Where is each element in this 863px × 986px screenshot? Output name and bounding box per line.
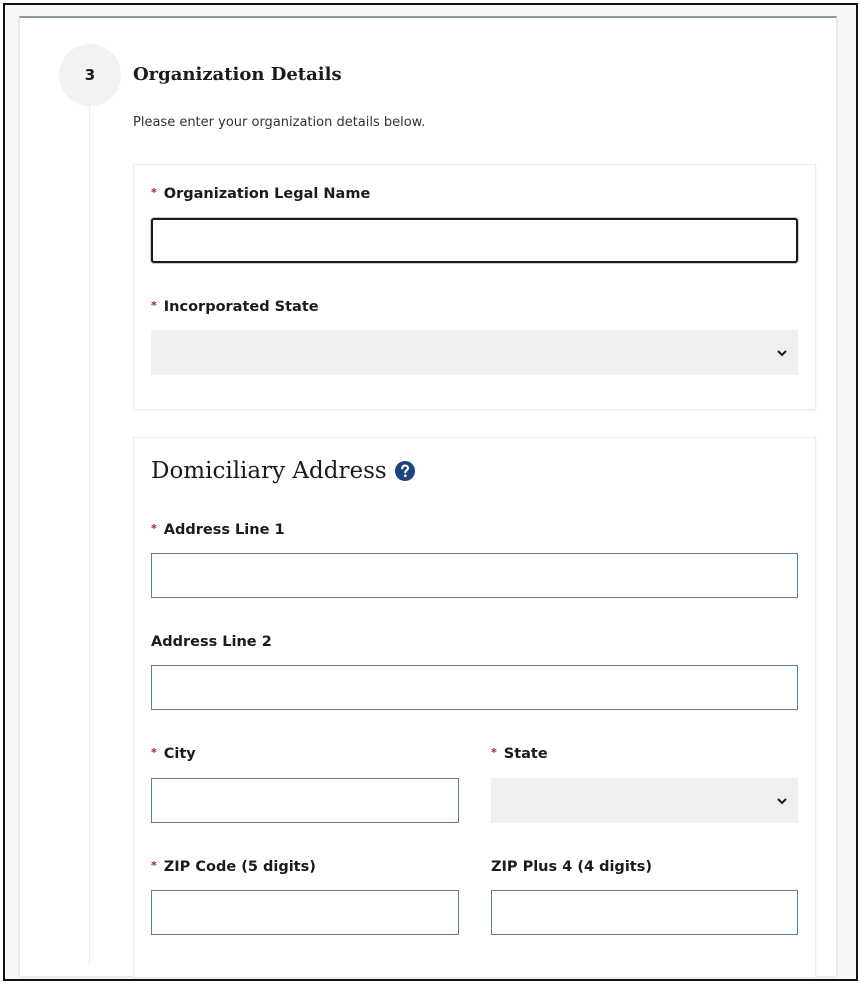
step-number-badge: 3	[59, 44, 121, 106]
address-line1-input[interactable]	[151, 553, 798, 598]
domiciliary-address-heading: Domiciliary Address	[151, 458, 416, 484]
state-label: * State	[491, 745, 548, 763]
city-label-text: City	[163, 746, 196, 762]
state-select[interactable]	[491, 778, 798, 823]
incorporated-state-select[interactable]	[151, 330, 798, 375]
required-marker: *	[151, 185, 157, 199]
legal-name-label: * Organization Legal Name	[151, 185, 371, 203]
required-marker: *	[151, 745, 157, 759]
zip-code-input[interactable]	[151, 890, 459, 935]
domiciliary-address-title: Domiciliary Address	[151, 458, 387, 484]
city-input[interactable]	[151, 778, 459, 823]
address-line2-label-text: Address Line 2	[151, 634, 272, 650]
zip-code-label: * ZIP Code (5 digits)	[151, 858, 316, 876]
zip-plus4-label: ZIP Plus 4 (4 digits)	[491, 859, 652, 875]
address-line1-label-text: Address Line 1	[163, 522, 285, 538]
state-label-text: State	[503, 746, 548, 762]
zip-plus4-input[interactable]	[491, 890, 798, 935]
zip-plus4-label-text: ZIP Plus 4 (4 digits)	[491, 859, 652, 875]
chevron-down-icon	[777, 349, 787, 356]
incorporated-state-label-text: Incorporated State	[163, 299, 319, 315]
step-number: 3	[84, 66, 96, 84]
section-title: Organization Details	[133, 64, 342, 85]
address-line2-input[interactable]	[151, 665, 798, 710]
required-marker: *	[151, 521, 157, 535]
required-marker: *	[151, 298, 157, 312]
chevron-down-icon	[777, 797, 787, 804]
step-connector-line	[89, 106, 90, 966]
incorporated-state-label: * Incorporated State	[151, 298, 319, 316]
city-label: * City	[151, 745, 196, 763]
address-line1-label: * Address Line 1	[151, 521, 285, 539]
organization-legal-name-input[interactable]	[151, 218, 798, 263]
required-marker: *	[151, 858, 157, 872]
section-description: Please enter your organization details b…	[133, 115, 426, 130]
zip-code-label-text: ZIP Code (5 digits)	[163, 859, 316, 875]
question-circle-icon[interactable]	[394, 460, 416, 482]
address-line2-label: Address Line 2	[151, 634, 272, 650]
required-marker: *	[491, 745, 497, 759]
legal-name-label-text: Organization Legal Name	[163, 186, 371, 202]
